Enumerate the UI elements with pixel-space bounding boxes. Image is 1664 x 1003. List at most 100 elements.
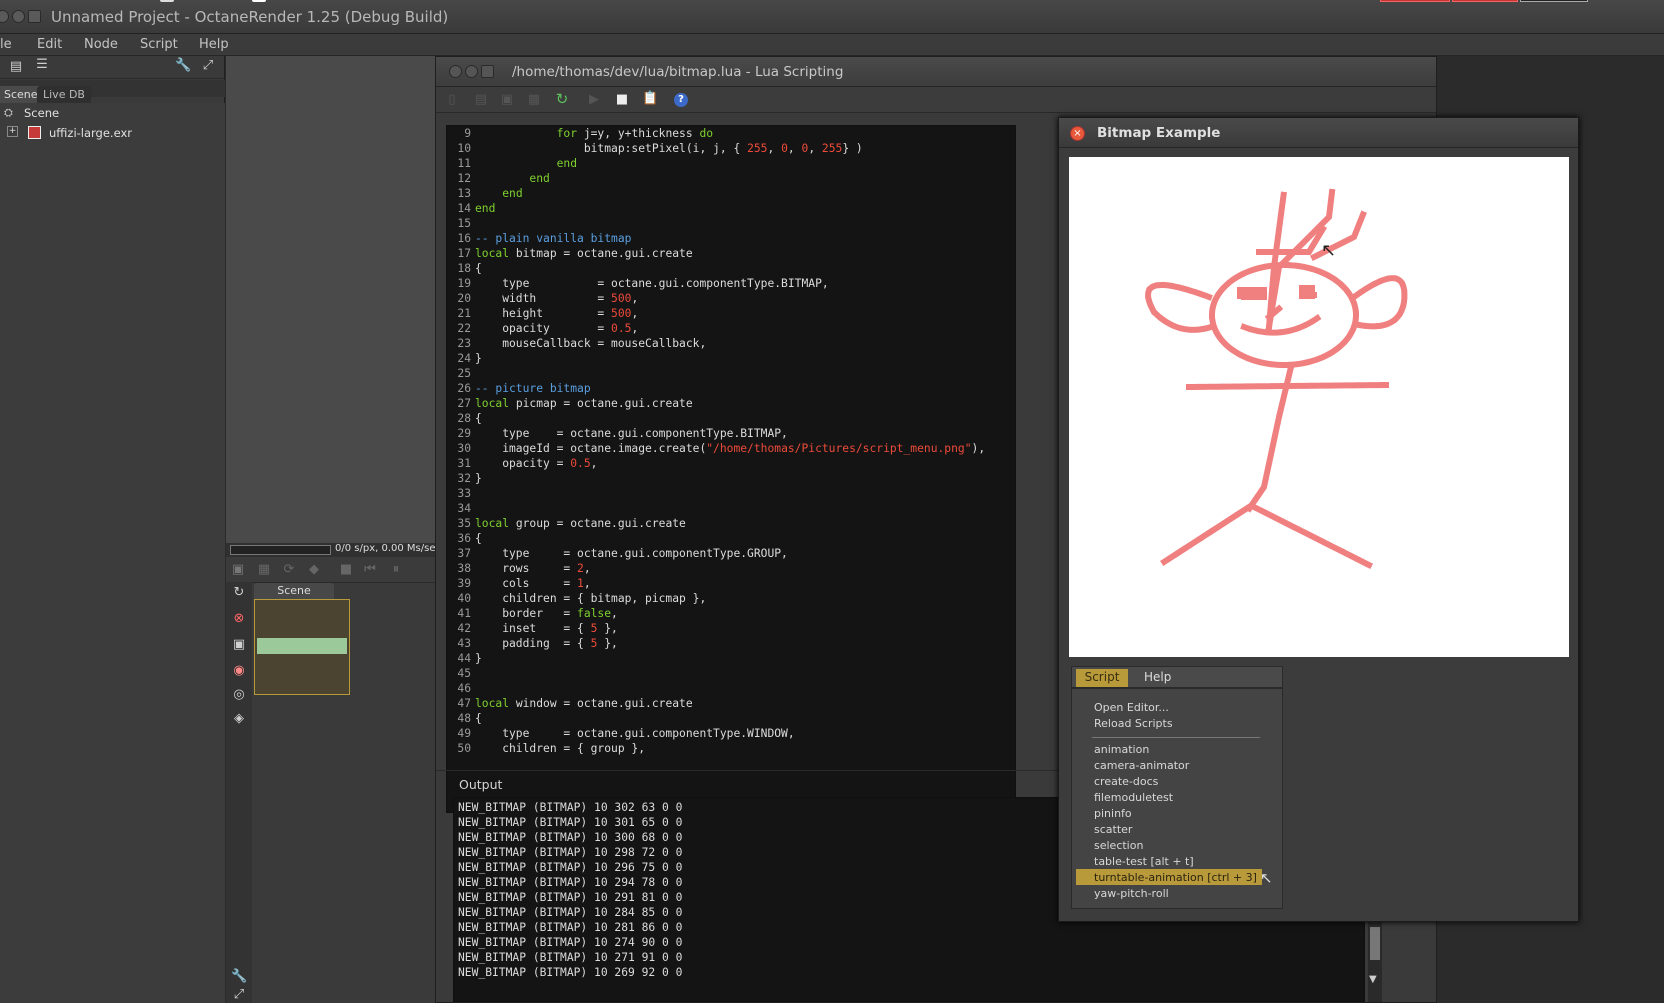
code-line[interactable]: 45 — [447, 666, 1015, 681]
expand-icon[interactable]: + — [7, 126, 18, 137]
code-line[interactable]: 47 local window = octane.gui.create — [447, 696, 1015, 711]
code-line[interactable]: 13 end — [447, 186, 1015, 201]
tab-live-db[interactable]: Live DB — [37, 86, 91, 103]
code-line[interactable]: 35 local group = octane.gui.create — [447, 516, 1015, 531]
code-line[interactable]: 46 — [447, 681, 1015, 696]
code-line[interactable]: 34 — [447, 501, 1015, 516]
code-line[interactable]: 50 children = { group }, — [447, 741, 1015, 756]
code-line[interactable]: 17 local bitmap = octane.gui.create — [447, 246, 1015, 261]
menu-node[interactable]: Node — [84, 37, 118, 52]
menu-item-script[interactable]: camera-animator — [1094, 759, 1189, 772]
stop-icon[interactable]: ■ — [338, 563, 354, 577]
menu-item-script[interactable]: selection — [1094, 839, 1143, 852]
tool-icon[interactable]: ◈ — [231, 712, 247, 726]
code-line[interactable]: 33 — [447, 486, 1015, 501]
code-line[interactable]: 10 bitmap:setPixel(i, j, { 255, 0, 0, 25… — [447, 141, 1015, 156]
copy-icon[interactable]: ▤ — [8, 60, 24, 74]
code-line[interactable]: 18 { — [447, 261, 1015, 276]
bitmap-canvas[interactable]: ↖ — [1069, 157, 1569, 657]
menu-item-reload-scripts[interactable]: Reload Scripts — [1094, 717, 1173, 730]
code-line[interactable]: 24} — [447, 351, 1015, 366]
minimize-icon[interactable] — [465, 65, 478, 78]
code-line[interactable]: 21 height = 500, — [447, 306, 1015, 321]
code-line[interactable]: 39 cols = 1, — [447, 576, 1015, 591]
menu-edit[interactable]: Edit — [37, 37, 62, 52]
maximize-icon[interactable] — [481, 65, 494, 78]
menu-item-script[interactable]: table-test [alt + t] — [1094, 855, 1194, 868]
material-icon[interactable]: ◉ — [231, 664, 247, 678]
list-icon[interactable]: ☰ — [34, 58, 50, 72]
menu-item-script[interactable]: pininfo — [1094, 807, 1132, 820]
tree-item-scene[interactable]: Scene — [24, 106, 59, 120]
reload-icon[interactable]: ⟳ — [281, 563, 297, 577]
code-line[interactable]: 43 padding = { 5 }, — [447, 636, 1015, 651]
open-file-icon[interactable]: ▤ — [473, 93, 489, 107]
run-icon[interactable]: ▶ — [586, 93, 602, 107]
code-line[interactable]: 12 end — [447, 171, 1015, 186]
menu-script[interactable]: Script — [1076, 669, 1128, 687]
menu-item-turntable-animation[interactable]: turntable-animation [ctrl + 3] — [1094, 871, 1257, 884]
code-line[interactable]: 26 -- picture bitmap — [447, 381, 1015, 396]
wrench-icon[interactable]: 🔧 — [175, 59, 191, 73]
code-line[interactable]: 48 { — [447, 711, 1015, 726]
restart-icon[interactable]: ⏮ — [362, 563, 378, 577]
code-editor[interactable]: 9 for j=y, y+thickness do 10 bitmap:setPi… — [446, 125, 1016, 813]
code-line[interactable]: 14 end — [447, 201, 1015, 216]
clay-icon[interactable]: ▦ — [256, 563, 272, 577]
menu-item-open-editor[interactable]: Open Editor... — [1094, 701, 1169, 714]
render-viewport[interactable] — [226, 56, 435, 543]
camera-icon[interactable]: ◎ — [231, 688, 247, 702]
fullscreen-icon[interactable]: ⤢ — [200, 59, 216, 73]
code-line[interactable]: 38 rows = 2, — [447, 561, 1015, 576]
menu-help[interactable]: Help — [1144, 670, 1171, 684]
code-line[interactable]: 28 { — [447, 411, 1015, 426]
new-file-icon[interactable]: ▯ — [444, 93, 460, 107]
code-line[interactable]: 15 — [447, 216, 1015, 231]
code-line[interactable]: 22 opacity = 0.5, — [447, 321, 1015, 336]
menu-item-script[interactable]: scatter — [1094, 823, 1132, 836]
tab-scene-nodes[interactable]: Scene — [254, 583, 334, 599]
menu-item-script[interactable]: create-docs — [1094, 775, 1158, 788]
wrench-icon[interactable]: 🔧 — [231, 970, 247, 984]
menu-item-script[interactable]: filemoduletest — [1094, 791, 1173, 804]
menu-item-script[interactable]: animation — [1094, 743, 1149, 756]
save-icon[interactable]: ▣ — [499, 93, 515, 107]
menu-item-script[interactable]: yaw-pitch-roll — [1094, 887, 1169, 900]
code-line[interactable]: 36 { — [447, 531, 1015, 546]
save-render-icon[interactable]: ▣ — [230, 563, 246, 577]
save-as-icon[interactable]: ▦ — [526, 93, 542, 107]
code-line[interactable]: 25 — [447, 366, 1015, 381]
code-line[interactable]: 41 border = false, — [447, 606, 1015, 621]
code-line[interactable]: 31 opacity = 0.5, — [447, 456, 1015, 471]
code-line[interactable]: 32} — [447, 471, 1015, 486]
tree-item-texture[interactable]: uffizi-large.exr — [49, 126, 132, 140]
code-line[interactable]: 9 for j=y, y+thickness do — [447, 126, 1015, 141]
stop-icon[interactable]: ■ — [614, 93, 630, 107]
code-line[interactable]: 37 type = octane.gui.componentType.GROUP… — [447, 546, 1015, 561]
code-line[interactable]: 19 type = octane.gui.componentType.BITMA… — [447, 276, 1015, 291]
close-window-button[interactable] — [0, 10, 9, 23]
add-node-icon[interactable]: ▣ — [231, 638, 247, 652]
gpu-icon[interactable]: ◆ — [306, 563, 322, 577]
minimize-window-button[interactable] — [12, 10, 25, 23]
reload-icon[interactable]: ↻ — [554, 92, 570, 107]
code-line[interactable]: 16 -- plain vanilla bitmap — [447, 231, 1015, 246]
code-line[interactable]: 49 type = octane.gui.componentType.WINDO… — [447, 726, 1015, 741]
help-icon[interactable]: ? — [674, 93, 688, 107]
code-line[interactable]: 20 width = 500, — [447, 291, 1015, 306]
maximize-window-button[interactable] — [28, 10, 41, 23]
rotate-icon[interactable]: ↻ — [231, 586, 247, 600]
menu-script[interactable]: Script — [140, 37, 178, 52]
code-line[interactable]: 27 local picmap = octane.gui.create — [447, 396, 1015, 411]
pause-icon[interactable]: ⏸ — [388, 563, 404, 577]
scrollbar-thumb[interactable] — [1370, 927, 1380, 960]
close-icon[interactable]: × — [1070, 126, 1085, 141]
menu-file[interactable]: le — [0, 37, 12, 52]
remove-node-icon[interactable]: ⊗ — [231, 612, 247, 626]
menu-help[interactable]: Help — [199, 37, 229, 52]
fullscreen-icon[interactable]: ⤢ — [231, 988, 247, 1002]
code-line[interactable]: 40 children = { bitmap, picmap }, — [447, 591, 1015, 606]
code-line[interactable]: 42 inset = { 5 }, — [447, 621, 1015, 636]
code-line[interactable]: 30 imageId = octane.image.create("/home/… — [447, 441, 1015, 456]
code-line[interactable]: 29 type = octane.gui.componentType.BITMA… — [447, 426, 1015, 441]
